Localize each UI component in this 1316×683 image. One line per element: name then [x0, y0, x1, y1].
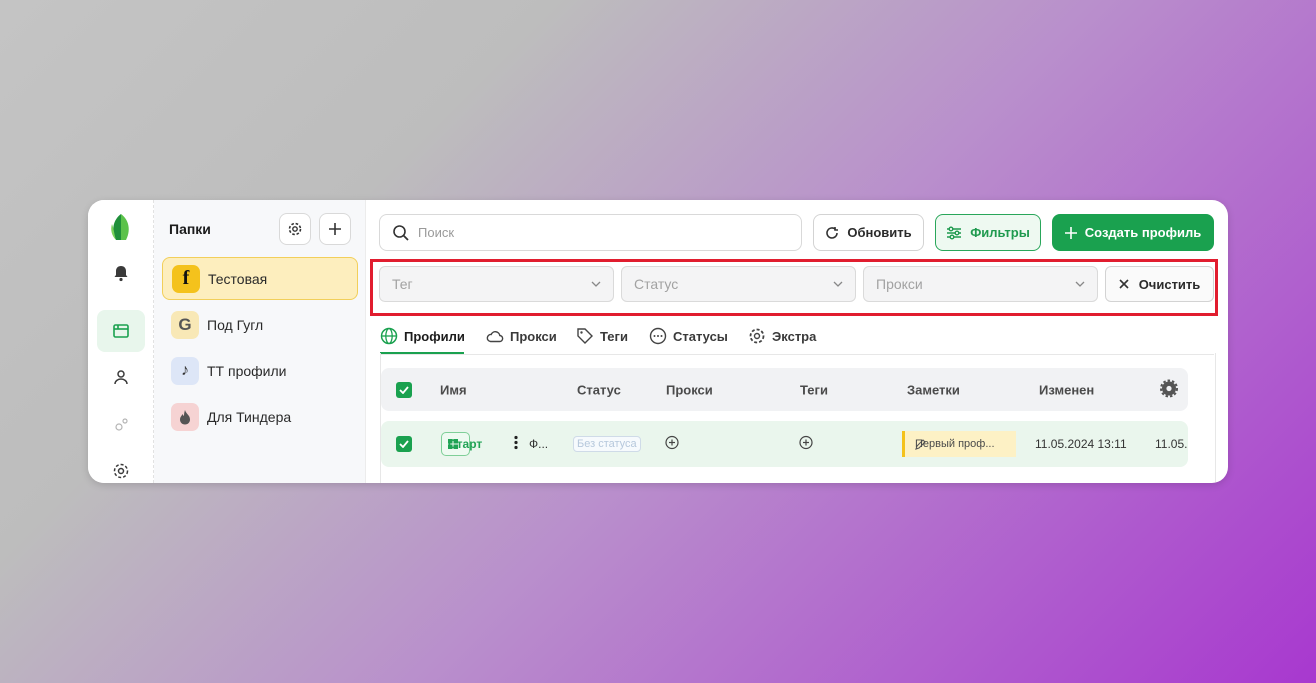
chevron-down-icon	[1075, 281, 1085, 287]
proxy-select[interactable]: Прокси	[863, 266, 1098, 302]
globe-icon	[380, 327, 398, 345]
column-status[interactable]: Статус	[577, 382, 621, 397]
modified-date: 11.05.2024 13:11	[1035, 437, 1127, 451]
filters-button[interactable]: Фильтры	[935, 214, 1041, 251]
folders-title: Папки	[169, 221, 211, 237]
nav-rail	[88, 200, 154, 483]
folder-settings-button[interactable]	[279, 213, 311, 245]
search-placeholder: Поиск	[418, 225, 455, 240]
facebook-icon: f	[172, 264, 200, 293]
column-notes[interactable]: Заметки	[907, 382, 960, 397]
gear-icon	[749, 328, 765, 344]
dots-circle-icon	[649, 327, 667, 345]
status-badge[interactable]: Без статуса	[573, 436, 641, 452]
gear-icon	[288, 222, 302, 236]
table-header: Имя Статус Прокси Теги Заметки Изменен	[381, 368, 1188, 411]
app-window: Папки f Тестовая G Под Гугл ♪ ТТ профили…	[88, 200, 1228, 483]
column-name[interactable]: Имя	[440, 382, 467, 397]
create-profile-button[interactable]: Создать профиль	[1052, 214, 1214, 251]
status-select[interactable]: Статус	[621, 266, 856, 302]
profile-name[interactable]: Ф...	[529, 437, 548, 451]
sliders-icon	[947, 226, 962, 239]
refresh-button[interactable]: Обновить	[813, 214, 924, 251]
tab-proxies[interactable]: Прокси	[486, 323, 557, 349]
column-modified[interactable]: Изменен	[1039, 382, 1094, 397]
tab-tags[interactable]: Теги	[576, 323, 628, 349]
tinder-icon	[171, 402, 199, 431]
select-all-checkbox[interactable]	[396, 381, 412, 398]
folder-label: Под Гугл	[207, 316, 264, 333]
plus-icon	[329, 223, 341, 235]
settings-icon[interactable]	[97, 450, 145, 483]
column-tags[interactable]: Теги	[800, 382, 828, 397]
extra-date: 11.05.	[1155, 437, 1188, 451]
column-proxy[interactable]: Прокси	[666, 382, 713, 397]
search-input[interactable]: Поиск	[379, 214, 802, 251]
tab-profiles[interactable]: Профили	[380, 323, 465, 349]
folder-label: ТТ профили	[207, 362, 287, 379]
folder-label: Для Тиндера	[207, 408, 292, 425]
tab-bar: Профили Прокси Теги Статусы Экстра	[380, 319, 1214, 355]
chevron-down-icon	[591, 281, 601, 287]
table-row[interactable]: Старт Ф... Без статуса Первый проф... 11…	[381, 421, 1188, 467]
tag-icon	[577, 328, 593, 344]
active-tab-indicator	[380, 352, 464, 354]
main-content: Поиск Обновить Фильтры Создать профиль Т…	[366, 200, 1228, 483]
tab-statuses[interactable]: Статусы	[649, 323, 728, 349]
cloud-icon	[486, 331, 504, 343]
tag-select[interactable]: Тег	[379, 266, 614, 302]
google-icon: G	[171, 310, 199, 339]
row-checkbox[interactable]	[396, 436, 412, 452]
search-icon	[393, 224, 409, 241]
folder-item-testovaya[interactable]: f Тестовая	[162, 257, 358, 300]
tiktok-icon: ♪	[171, 356, 199, 385]
chevron-down-icon	[833, 281, 843, 287]
notifications-icon[interactable]	[97, 252, 145, 294]
automation-icon[interactable]	[97, 404, 145, 446]
folder-item-tiktok[interactable]: ♪ ТТ профили	[162, 349, 358, 392]
add-tag-icon[interactable]	[799, 435, 813, 453]
folder-label: Тестовая	[208, 270, 268, 287]
plus-icon	[1064, 226, 1077, 239]
add-proxy-icon[interactable]	[665, 435, 679, 453]
user-icon[interactable]	[97, 356, 145, 398]
profiles-nav-icon[interactable]	[97, 310, 145, 352]
folder-item-google[interactable]: G Под Гугл	[162, 303, 358, 346]
table-border-right	[1215, 353, 1216, 483]
app-logo	[97, 206, 145, 248]
folder-item-tinder[interactable]: Для Тиндера	[162, 395, 358, 438]
refresh-icon	[826, 226, 839, 239]
add-folder-button[interactable]	[319, 213, 351, 245]
clear-filters-button[interactable]: Очистить	[1105, 266, 1214, 302]
close-icon	[1119, 279, 1129, 289]
tab-extra[interactable]: Экстра	[748, 323, 816, 349]
folders-panel: Папки f Тестовая G Под Гугл ♪ ТТ профили…	[154, 200, 366, 483]
row-menu-icon[interactable]	[514, 435, 518, 453]
column-settings-icon[interactable]	[1160, 379, 1178, 400]
